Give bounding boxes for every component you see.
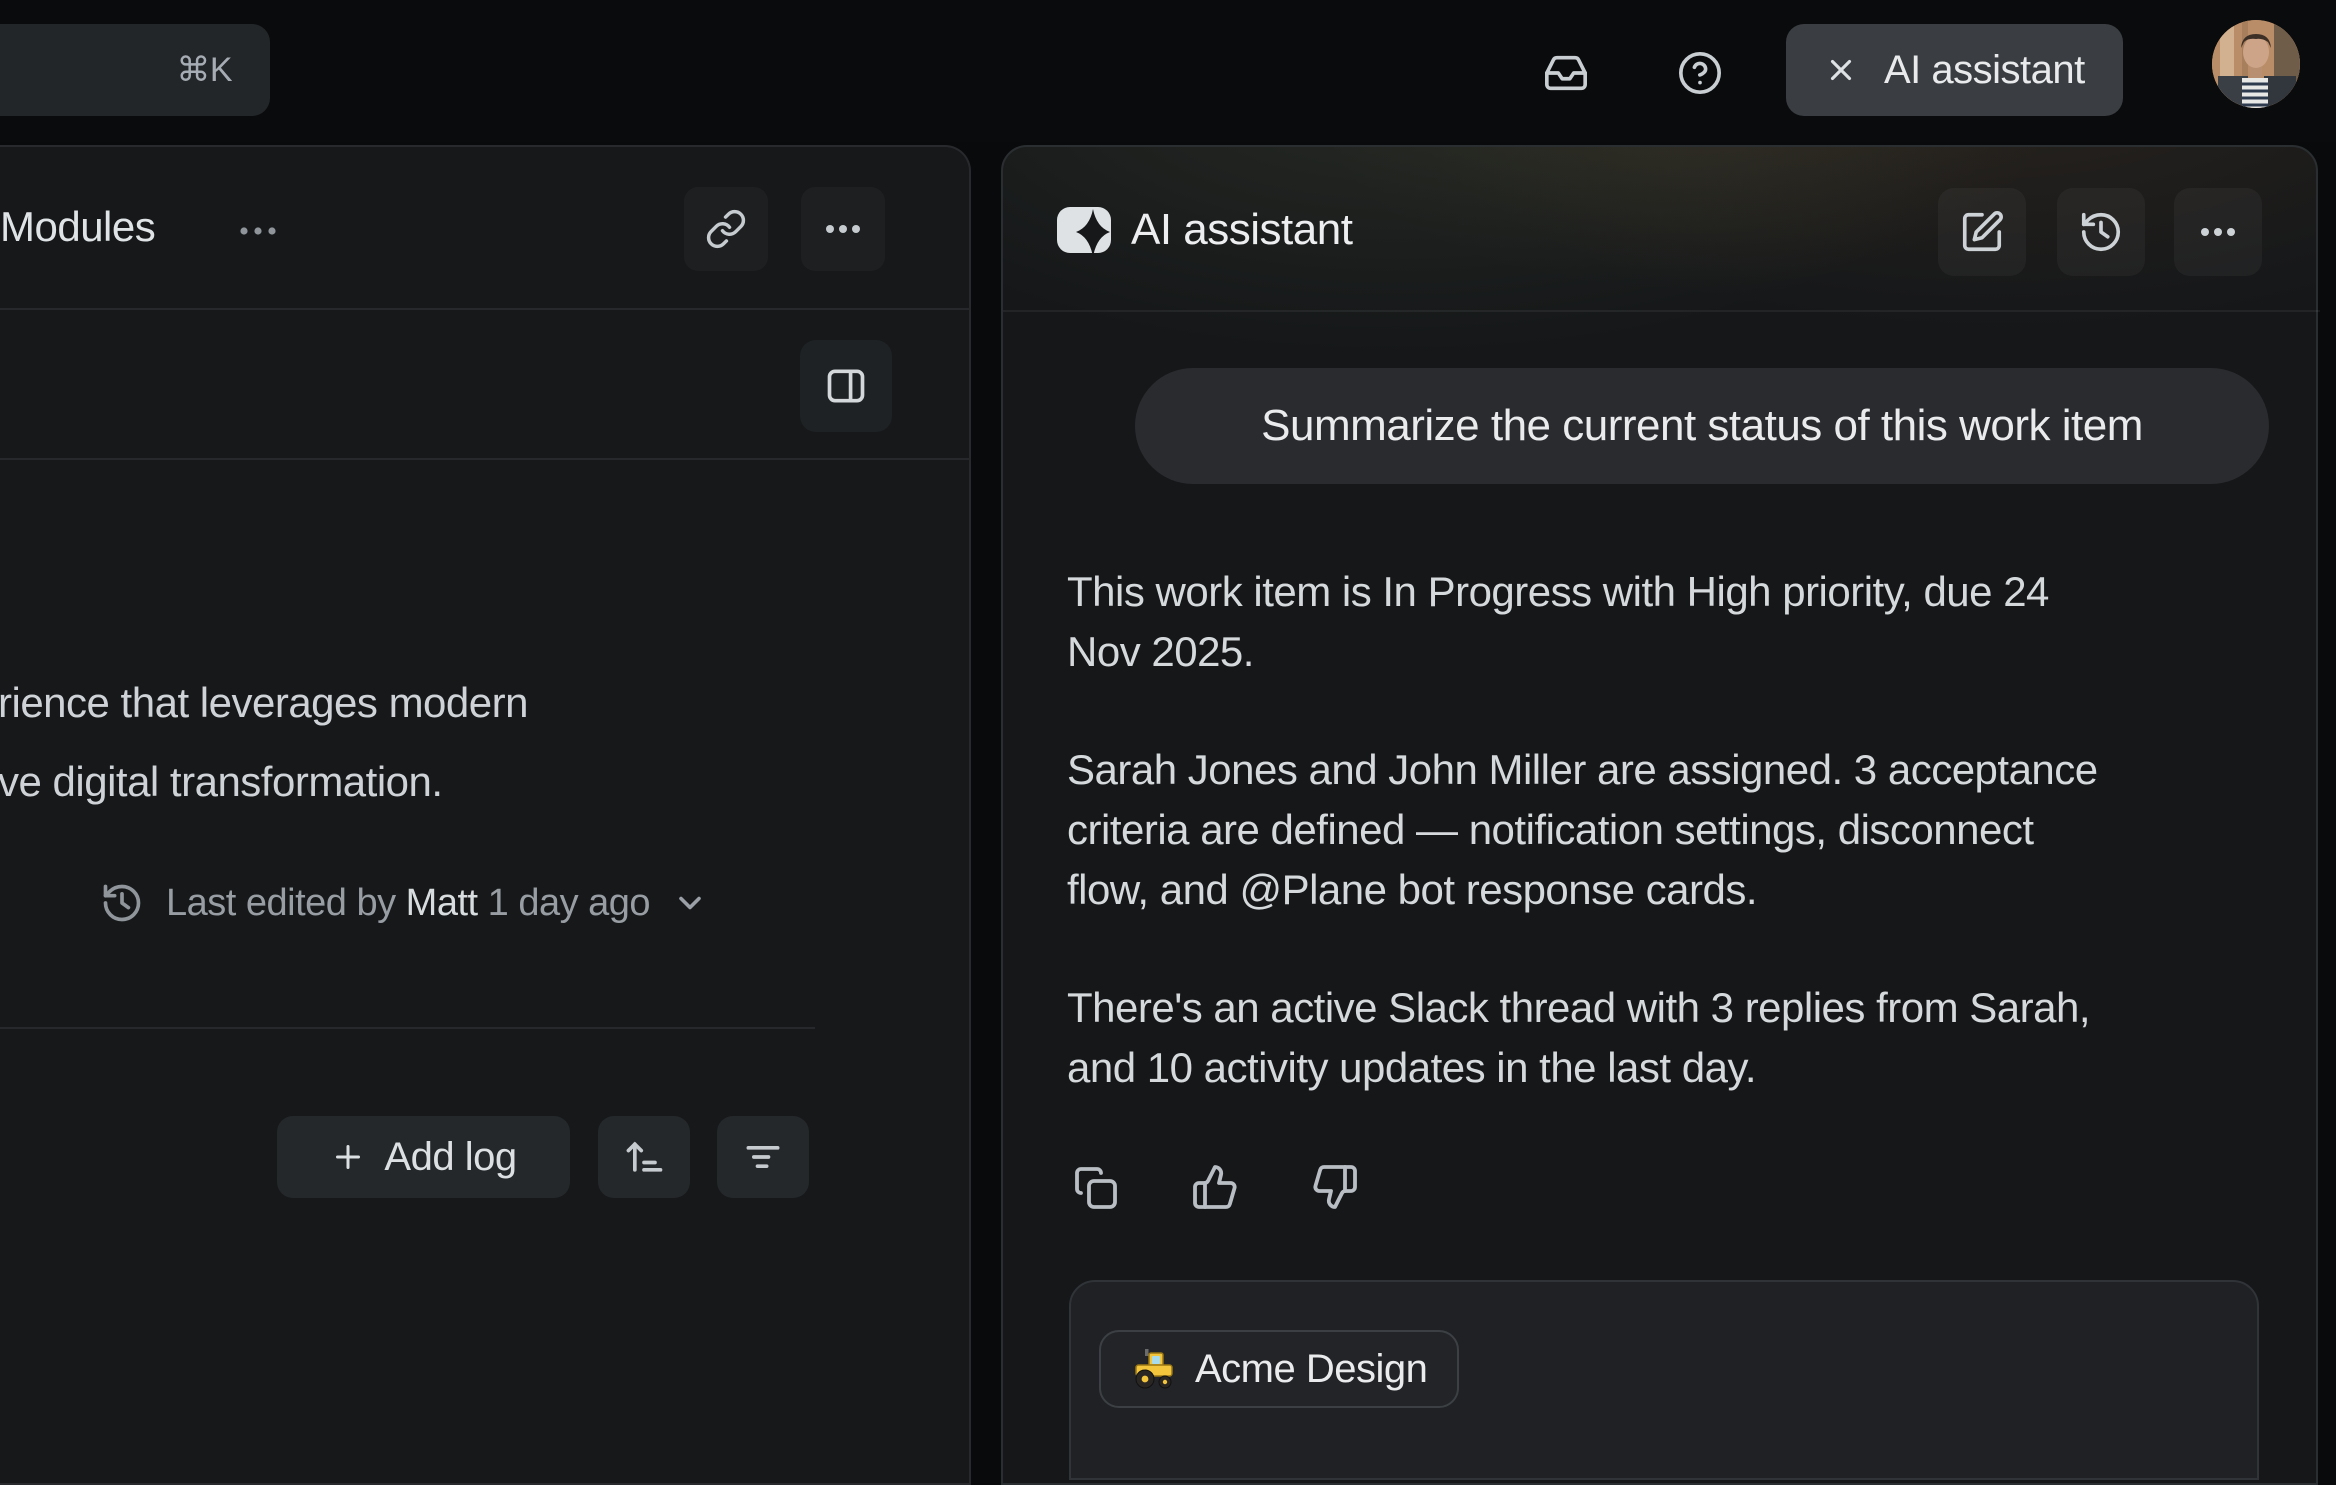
chevron-down-icon: [672, 885, 708, 921]
panel-title: Modules: [0, 203, 155, 251]
ai-toggle-label: AI assistant: [1884, 48, 2085, 93]
filter-icon: [741, 1135, 785, 1179]
ai-panel-menu-button[interactable]: [2174, 188, 2262, 276]
response-paragraph: There's an active Slack thread with 3 re…: [1067, 978, 2098, 1098]
response-paragraph: Sarah Jones and John Miller are assigned…: [1067, 740, 2098, 920]
inbox-button[interactable]: [1528, 35, 1604, 111]
panel-layout-icon: [824, 364, 868, 408]
global-search[interactable]: ⌘K: [0, 24, 270, 116]
help-icon: [1677, 50, 1723, 96]
context-chip-label: Acme Design: [1195, 1347, 1427, 1392]
response-paragraph: This work item is In Progress with High …: [1067, 562, 2098, 682]
ai-response-line: Sarah Jones and John Miller are assigned…: [1067, 740, 2098, 800]
ai-response: This work item is In Progress with High …: [1067, 562, 2098, 1156]
ai-header-divider: [1003, 310, 2320, 312]
last-edited-author: Matt: [406, 882, 478, 924]
compose-icon: [1959, 209, 2005, 255]
last-edited-text: Last edited by Matt 1 day ago: [166, 882, 650, 925]
section-divider: [0, 1027, 815, 1029]
ai-response-line: There's an active Slack thread with 3 re…: [1067, 978, 2098, 1038]
sort-button[interactable]: [598, 1116, 690, 1198]
copy-icon: [1071, 1163, 1119, 1211]
ai-composer-card[interactable]: Acme Design: [1069, 1280, 2259, 1480]
response-actions: [1067, 1159, 1363, 1215]
plus-icon: [330, 1139, 366, 1175]
user-message-text: Summarize the current status of this wor…: [1261, 401, 2143, 451]
copy-response-button[interactable]: [1067, 1159, 1123, 1215]
search-shortcut-label: ⌘K: [176, 50, 232, 90]
description-line: rience that leverages modern: [0, 663, 528, 742]
ai-response-line: This work item is In Progress with High …: [1067, 562, 2098, 622]
inbox-icon: [1543, 50, 1589, 96]
filter-button[interactable]: [717, 1116, 809, 1198]
new-chat-button[interactable]: [1938, 188, 2026, 276]
ai-assistant-logo-icon: [1057, 207, 1111, 253]
close-icon: [1824, 53, 1858, 87]
sort-ascending-icon: [622, 1135, 666, 1179]
history-icon: [100, 881, 144, 925]
ellipsis-icon: [2196, 210, 2240, 254]
copy-link-button[interactable]: [684, 187, 768, 271]
avatar-photo: [2212, 20, 2300, 108]
ellipsis-icon: [821, 207, 865, 251]
context-chip[interactable]: Acme Design: [1099, 1330, 1459, 1408]
user-avatar[interactable]: [2212, 20, 2300, 108]
add-log-label: Add log: [384, 1135, 516, 1180]
ai-response-line: and 10 activity updates in the last day.: [1067, 1038, 2098, 1098]
description-line: ve digital transformation.: [0, 742, 528, 821]
tractor-emoji: [1131, 1346, 1177, 1392]
history-clock-icon: [2078, 209, 2124, 255]
top-bar: ⌘K AI assistant: [0, 0, 2336, 142]
ai-assistant-toggle-button[interactable]: AI assistant: [1786, 24, 2123, 116]
ai-assistant-panel: AI assistant Summarize the current statu…: [1001, 145, 2318, 1485]
header-divider: [0, 308, 971, 310]
thumbs-up-icon: [1191, 1163, 1239, 1211]
ai-panel-title: AI assistant: [1131, 205, 1352, 255]
work-item-panel: Modules rience that leverages modern ve …: [0, 145, 971, 1485]
chat-history-button[interactable]: [2057, 188, 2145, 276]
work-item-description: rience that leverages modern ve digital …: [0, 663, 528, 821]
thumbs-up-button[interactable]: [1187, 1159, 1243, 1215]
last-edited-row[interactable]: Last edited by Matt 1 day ago: [100, 859, 708, 947]
ai-response-line: Nov 2025.: [1067, 622, 2098, 682]
link-icon: [705, 208, 747, 250]
toolbar-divider: [0, 458, 971, 460]
ai-response-line: flow, and @Plane bot response cards.: [1067, 860, 2098, 920]
panel-menu-button[interactable]: [801, 187, 885, 271]
title-ellipsis-icon[interactable]: [236, 209, 280, 253]
add-log-button[interactable]: Add log: [277, 1116, 570, 1198]
side-peek-toggle-button[interactable]: [800, 340, 892, 432]
thumbs-down-button[interactable]: [1307, 1159, 1363, 1215]
user-message-bubble: Summarize the current status of this wor…: [1135, 368, 2269, 484]
ai-response-line: criteria are defined — notification sett…: [1067, 800, 2098, 860]
thumbs-down-icon: [1311, 1163, 1359, 1211]
help-button[interactable]: [1662, 35, 1738, 111]
